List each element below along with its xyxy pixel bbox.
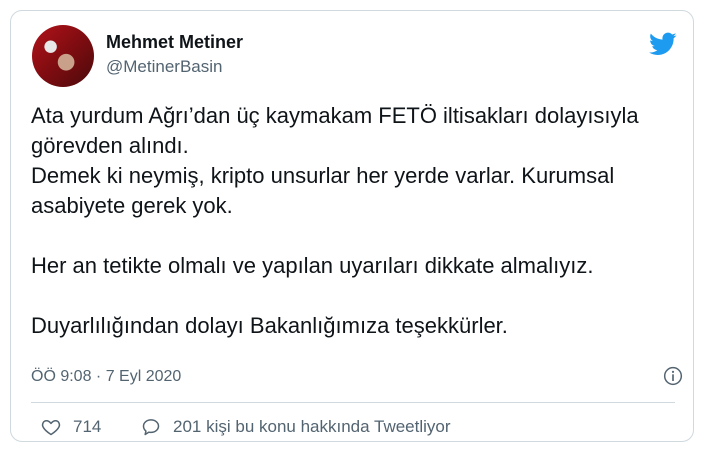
tweet-line: Duyarlılığından dolayı Bakanlığımıza teş… xyxy=(31,313,508,338)
tweet-line: Her an tetikte olmalı ve yapılan uyarıla… xyxy=(31,253,594,278)
discussion-text: 201 kişi bu konu hakkında Tweetliyor xyxy=(173,417,451,436)
tweet-card: Mehmet Metiner @MetinerBasin Ata yurdum … xyxy=(10,10,694,442)
like-button[interactable]: 714 xyxy=(41,417,101,437)
tweet-line: asabiyete gerek yok. xyxy=(31,193,233,218)
author-handle[interactable]: @MetinerBasin xyxy=(106,57,222,77)
tweet-line: Demek ki neymiş, kripto unsurlar her yer… xyxy=(31,163,615,188)
avatar[interactable] xyxy=(32,25,94,87)
tweet-line: görevden alındı. xyxy=(31,133,189,158)
speech-bubble-icon xyxy=(142,419,160,436)
info-icon[interactable] xyxy=(663,366,683,386)
twitter-bird-icon[interactable] xyxy=(647,30,679,58)
author-name[interactable]: Mehmet Metiner xyxy=(106,32,243,53)
like-count: 714 xyxy=(73,417,102,436)
divider xyxy=(31,402,675,403)
tweet-line: Ata yurdum Ağrı’dan üç kaymakam FETÖ ilt… xyxy=(31,103,639,128)
tweet-text: Ata yurdum Ağrı’dan üç kaymakam FETÖ ilt… xyxy=(31,101,681,341)
discussion-link[interactable]: 201 kişi bu konu hakkında Tweetliyor xyxy=(141,417,451,437)
heart-icon xyxy=(41,420,61,436)
tweet-timestamp[interactable]: ÖÖ 9:08 · 7 Eyl 2020 xyxy=(31,368,181,386)
